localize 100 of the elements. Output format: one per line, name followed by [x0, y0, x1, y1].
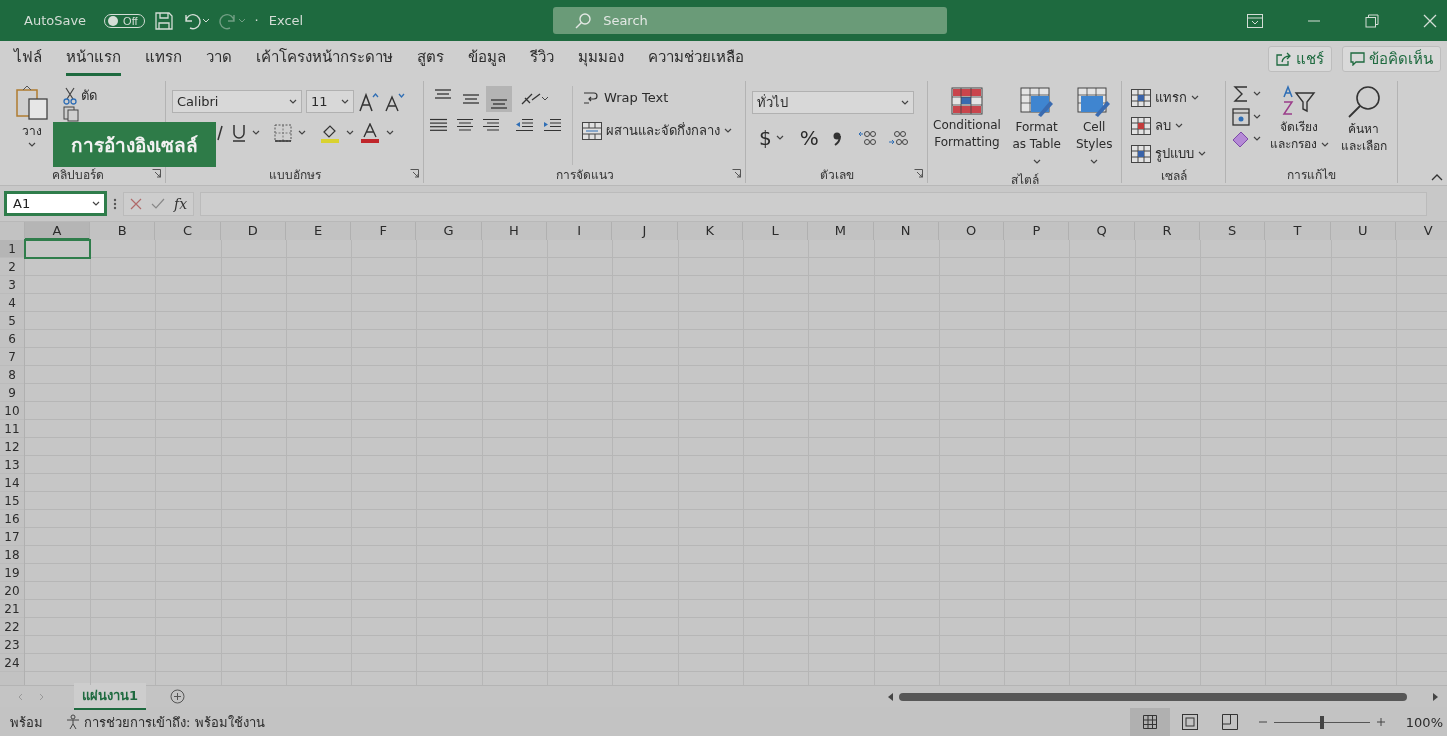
column-header[interactable]: E [285, 222, 352, 240]
merge-center-button[interactable]: ผสานและจัดกึ่งกลาง [579, 118, 735, 143]
row-header[interactable]: 13 [0, 456, 24, 474]
font-name-dropdown[interactable]: Calibri [172, 90, 302, 113]
number-format-dropdown[interactable]: ทั่วไป [752, 91, 914, 114]
ribbon-tab[interactable]: มุมมอง [578, 41, 624, 76]
row-header[interactable]: 21 [0, 600, 24, 618]
percent-button[interactable]: % [796, 124, 822, 152]
increase-indent-icon[interactable] [542, 118, 562, 132]
column-header[interactable]: F [351, 222, 417, 240]
wrap-text-button[interactable]: Wrap Text [579, 86, 735, 108]
sum-icon[interactable] [1232, 85, 1250, 103]
fill-icon[interactable] [1232, 108, 1250, 126]
row-header[interactable]: 6 [0, 330, 24, 348]
italic-icon[interactable] [214, 125, 226, 141]
column-header[interactable]: K [677, 222, 743, 240]
ribbon-display-icon[interactable] [1247, 13, 1263, 28]
row-header[interactable]: 12 [0, 438, 24, 456]
row-header[interactable]: 5 [0, 312, 24, 330]
decrease-indent-icon[interactable] [514, 118, 534, 132]
column-header[interactable]: V [1395, 222, 1447, 240]
row-header[interactable]: 8 [0, 366, 24, 384]
column-header[interactable]: T [1265, 222, 1331, 240]
cut-button[interactable]: ตัด [60, 83, 100, 108]
row-header[interactable]: 24 [0, 654, 24, 672]
font-size-dropdown[interactable]: 11 [306, 90, 354, 113]
row-header[interactable]: 17 [0, 528, 24, 546]
find-select-button[interactable]: ค้นหา และเลือก [1337, 85, 1390, 165]
cell-styles-button[interactable]: Cell Styles [1069, 87, 1119, 170]
format-cells-button[interactable]: รูปแบบ [1128, 141, 1219, 166]
ribbon-tab[interactable]: รีวิว [530, 41, 554, 76]
ribbon-tab[interactable]: ไฟล์ [14, 41, 42, 76]
column-header[interactable]: I [547, 222, 613, 240]
row-header[interactable]: 1 [0, 240, 24, 258]
add-sheet-icon[interactable] [170, 689, 186, 704]
scroll-left-icon[interactable] [887, 691, 895, 702]
paste-button[interactable]: วาง [12, 81, 52, 165]
column-header[interactable]: U [1330, 222, 1396, 240]
format-as-table-button[interactable]: Format as Table [1003, 87, 1070, 170]
underline-icon[interactable] [232, 124, 246, 142]
dialog-launcher-icon[interactable] [152, 169, 161, 178]
delete-cells-button[interactable]: ลบ [1128, 113, 1219, 138]
share-button[interactable]: แชร์ [1268, 45, 1332, 72]
currency-button[interactable]: $ [756, 124, 787, 152]
ribbon-tab[interactable]: ข้อมูล [468, 41, 506, 76]
increase-font-icon[interactable] [358, 91, 380, 112]
name-box[interactable]: A1 [4, 191, 107, 216]
save-icon[interactable] [154, 11, 173, 30]
font-color-icon[interactable] [360, 123, 380, 143]
row-header[interactable]: 19 [0, 564, 24, 582]
column-header[interactable]: J [612, 222, 678, 240]
ribbon-tab[interactable]: แทรก [145, 41, 182, 76]
row-header[interactable]: 23 [0, 636, 24, 654]
sheet-tab[interactable]: แผ่นงาน1 [74, 683, 147, 710]
column-header[interactable]: C [155, 222, 221, 240]
dialog-launcher-icon[interactable] [410, 169, 419, 178]
close-icon[interactable] [1423, 13, 1437, 28]
selected-cell[interactable] [24, 239, 91, 259]
column-header[interactable]: A [25, 222, 90, 240]
eraser-icon[interactable] [1232, 131, 1250, 147]
vertical-align-button[interactable] [486, 86, 512, 112]
row-header[interactable]: 15 [0, 492, 24, 510]
collapse-ribbon-icon[interactable] [1431, 173, 1443, 181]
ribbon-tab[interactable]: สูตร [417, 41, 444, 76]
cancel-icon[interactable] [130, 197, 142, 210]
normal-view-button[interactable] [1129, 708, 1170, 736]
ribbon-tab[interactable]: เค้าโครงหน้ากระดาษ [256, 41, 393, 76]
column-header[interactable]: Q [1069, 222, 1135, 240]
insert-function-button[interactable]: fx [174, 195, 188, 212]
fill-color-icon[interactable] [320, 123, 340, 143]
row-header[interactable]: 20 [0, 582, 24, 600]
row-header[interactable]: 11 [0, 420, 24, 438]
accessibility-status[interactable]: การช่วยการเข้าถึง: พร้อมใช้งาน [84, 711, 265, 733]
row-header[interactable]: 4 [0, 294, 24, 312]
search-field[interactable]: Search [553, 7, 948, 34]
row-header[interactable]: 9 [0, 384, 24, 402]
column-header[interactable]: N [873, 222, 939, 240]
insert-cells-button[interactable]: แทรก [1128, 85, 1219, 110]
decrease-decimal-icon[interactable] [887, 129, 908, 147]
increase-decimal-icon[interactable] [857, 129, 878, 147]
copy-icon[interactable] [63, 106, 81, 122]
column-header[interactable]: H [481, 222, 548, 240]
align-right-icon[interactable] [482, 118, 500, 132]
dialog-launcher-icon[interactable] [732, 169, 741, 178]
sort-filter-button[interactable]: จัดเรียง และกรอง [1267, 85, 1332, 165]
scroll-right-icon[interactable] [1431, 691, 1439, 702]
align-center-icon[interactable] [456, 118, 474, 132]
column-header[interactable]: B [90, 222, 156, 240]
accessibility-icon[interactable] [65, 714, 81, 730]
undo-icon[interactable] [182, 11, 209, 30]
column-header[interactable]: D [220, 222, 286, 240]
column-header[interactable]: S [1200, 222, 1266, 240]
row-header[interactable]: 16 [0, 510, 24, 528]
conditional-formatting-button[interactable]: Conditional Formatting [930, 87, 1004, 170]
column-header[interactable]: G [416, 222, 482, 240]
restore-icon[interactable] [1365, 13, 1379, 28]
row-header[interactable]: 10 [0, 402, 24, 420]
borders-icon[interactable] [274, 124, 292, 142]
dialog-launcher-icon[interactable] [914, 169, 923, 178]
column-header[interactable]: M [808, 222, 874, 240]
